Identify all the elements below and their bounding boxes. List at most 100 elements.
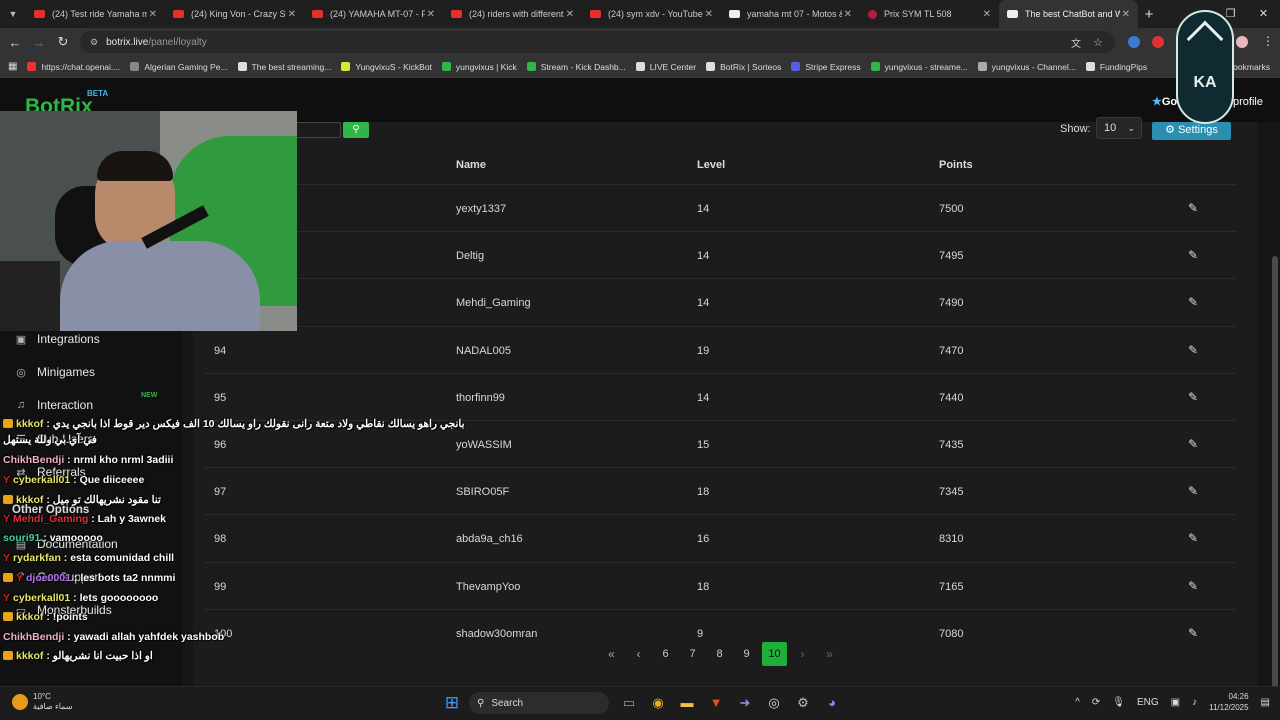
site-favicon-icon bbox=[1007, 10, 1018, 18]
close-tab-icon[interactable]: ✕ bbox=[844, 9, 852, 20]
new-tab-button[interactable]: + bbox=[1138, 6, 1160, 23]
close-tab-icon[interactable]: ✕ bbox=[288, 9, 296, 20]
bookmark-item[interactable]: yungvixus | Kick bbox=[441, 62, 517, 72]
browser-tab[interactable]: (24) sym xdv - YouTube ✕ bbox=[582, 0, 721, 28]
edit-pencil-icon[interactable]: ✎ bbox=[1188, 343, 1198, 357]
close-tab-icon[interactable]: ✕ bbox=[705, 9, 713, 20]
start-icon[interactable]: ⊞ bbox=[440, 691, 464, 715]
brave-icon[interactable]: ▼ bbox=[704, 691, 728, 715]
close-tab-icon[interactable]: ✕ bbox=[149, 9, 157, 20]
last-page-button[interactable]: » bbox=[816, 642, 843, 666]
volume-icon[interactable]: ♪ bbox=[1192, 697, 1197, 708]
menu-icon[interactable]: ⋮ bbox=[1262, 34, 1274, 48]
sync-icon[interactable]: ⟳ bbox=[1092, 697, 1100, 708]
clock[interactable]: 04:26 11/12/2025 bbox=[1209, 691, 1248, 713]
edit-pencil-icon[interactable]: ✎ bbox=[1188, 579, 1198, 593]
chrome-icon[interactable]: ◉ bbox=[646, 691, 670, 715]
page-button[interactable]: 8 bbox=[706, 642, 733, 666]
obs-icon[interactable]: ◎ bbox=[762, 691, 786, 715]
network-icon[interactable]: ▣ bbox=[1171, 697, 1180, 708]
tray-chevron-icon[interactable]: ^ bbox=[1075, 697, 1080, 708]
bookmark-item[interactable]: LIVE Center bbox=[635, 62, 696, 72]
browser-tab[interactable]: yamaha mt 07 - Motos & ✕ bbox=[721, 0, 860, 28]
cell-level: 15 bbox=[697, 439, 710, 451]
page-button[interactable]: 6 bbox=[652, 642, 679, 666]
edit-pencil-icon[interactable]: ✎ bbox=[1188, 248, 1198, 262]
forward-icon[interactable]: → bbox=[27, 35, 51, 50]
search-button[interactable]: ⚲ bbox=[343, 122, 369, 138]
sidebar-item-integrations[interactable]: ▣ Integrations bbox=[14, 332, 100, 346]
chat-separator: : bbox=[43, 494, 53, 506]
taskbar-search[interactable]: ⚲ Search bbox=[469, 692, 609, 714]
bookmark-item[interactable]: yungvixus - streame... bbox=[870, 62, 968, 72]
all-bookmarks[interactable]: ookmarks bbox=[1233, 62, 1270, 72]
cell-level: 9 bbox=[697, 627, 704, 640]
y-badge-icon: Y bbox=[3, 474, 11, 486]
bookmark-item[interactable]: FundingPips bbox=[1085, 62, 1147, 72]
browser-tab[interactable]: The best ChatBot and Wi ✕ bbox=[999, 0, 1138, 28]
edit-pencil-icon[interactable]: ✎ bbox=[1188, 484, 1198, 498]
next-page-button[interactable]: › bbox=[789, 642, 816, 666]
extension-icon[interactable] bbox=[1128, 36, 1140, 48]
page-button[interactable]: 10 bbox=[762, 642, 787, 666]
app-icon[interactable]: ➜ bbox=[733, 691, 757, 715]
close-window-icon[interactable]: ✕ bbox=[1247, 0, 1280, 28]
tab-search-icon[interactable]: ▼ bbox=[0, 9, 26, 19]
settings-button[interactable]: ⚙ Settings bbox=[1152, 122, 1231, 140]
browser-tab[interactable]: Prix SYM TL 508 ✕ bbox=[860, 0, 999, 28]
browser-tab[interactable]: (24) YAMAHA MT-07 - PU ✕ bbox=[304, 0, 443, 28]
back-icon[interactable]: ← bbox=[3, 35, 27, 50]
go-premium-link[interactable]: ★Go bbox=[1152, 95, 1177, 108]
page-scrollbar[interactable] bbox=[1272, 256, 1278, 716]
close-tab-icon[interactable]: ✕ bbox=[427, 9, 435, 20]
language-indicator[interactable]: ENG bbox=[1137, 697, 1159, 708]
bookmark-item[interactable]: yungvixus - Channel... bbox=[977, 62, 1076, 72]
profile-link[interactable]: profile bbox=[1233, 96, 1263, 108]
notifications-icon[interactable]: ▤ bbox=[1261, 697, 1270, 708]
cell-points: 7470 bbox=[939, 344, 964, 357]
browser-tab[interactable]: (24) riders with different l ✕ bbox=[443, 0, 582, 28]
url-bar[interactable]: ⚙ botrix.live/panel/loyalty ☆ 文 bbox=[80, 31, 1115, 53]
bookmark-star-icon[interactable]: ☆ bbox=[1093, 36, 1103, 49]
bookmark-item[interactable]: The best streaming... bbox=[237, 62, 331, 72]
file-explorer-icon[interactable]: ▬ bbox=[675, 691, 699, 715]
edit-pencil-icon[interactable]: ✎ bbox=[1188, 295, 1198, 309]
weather-widget[interactable]: 10°C سماء صافية bbox=[12, 692, 73, 712]
close-tab-icon[interactable]: ✕ bbox=[566, 9, 574, 20]
edit-pencil-icon[interactable]: ✎ bbox=[1188, 531, 1198, 545]
sidebar-item-interaction[interactable]: ♫ Interaction bbox=[14, 398, 93, 412]
mic-icon[interactable]: 🎙 bbox=[1112, 697, 1125, 708]
bookmark-item[interactable]: YungvixuS - KickBot bbox=[341, 62, 432, 72]
bookmark-item[interactable]: Algerian Gaming Pe... bbox=[130, 62, 228, 72]
edit-pencil-icon[interactable]: ✎ bbox=[1188, 201, 1198, 215]
apps-icon[interactable]: ▦ bbox=[8, 61, 17, 72]
settings-app-icon[interactable]: ⚙ bbox=[791, 691, 815, 715]
translate-icon[interactable]: 文 bbox=[1071, 35, 1081, 50]
chat-username: ChikhBendji bbox=[3, 454, 65, 466]
bookmark-item[interactable]: Stream - Kick Dashb... bbox=[526, 62, 626, 72]
page-button[interactable]: 9 bbox=[733, 642, 760, 666]
prev-page-button[interactable]: ‹ bbox=[625, 642, 652, 666]
close-tab-icon[interactable]: ✕ bbox=[1122, 9, 1130, 20]
bookmark-item[interactable]: https://chat.openai.... bbox=[27, 62, 120, 72]
task-view-icon[interactable]: ▭ bbox=[617, 691, 641, 715]
page-button[interactable]: 7 bbox=[679, 642, 706, 666]
bookmark-item[interactable]: Stripe Express bbox=[791, 62, 861, 72]
show-count-select[interactable]: 10 ⌄ bbox=[1096, 117, 1142, 139]
chat-overlay: kkkof : بانجي راهو يسالك نقاطي ولاد متعة… bbox=[0, 412, 465, 672]
sidebar-item-minigames[interactable]: ◎ Minigames bbox=[14, 365, 95, 379]
browser-tab[interactable]: (24) Test ride Yamaha mt ✕ bbox=[26, 0, 165, 28]
bookmark-item[interactable]: BotRix | Sorteos bbox=[706, 62, 781, 72]
edit-pencil-icon[interactable]: ✎ bbox=[1188, 390, 1198, 404]
first-page-button[interactable]: « bbox=[598, 642, 625, 666]
discord-icon[interactable]: ◕ bbox=[820, 691, 844, 715]
extension-badge-icon[interactable] bbox=[1152, 36, 1164, 48]
chat-text: بانجي راهو يسالك نقاطي ولاد متعة رانى نق… bbox=[52, 418, 465, 430]
edit-pencil-icon[interactable]: ✎ bbox=[1188, 626, 1198, 640]
close-tab-icon[interactable]: ✕ bbox=[983, 9, 991, 20]
edit-pencil-icon[interactable]: ✎ bbox=[1188, 437, 1198, 451]
site-info-icon[interactable]: ⚙ bbox=[90, 37, 98, 48]
profile-avatar[interactable] bbox=[1236, 36, 1248, 48]
reload-icon[interactable]: ↻ bbox=[51, 34, 75, 50]
browser-tab[interactable]: (24) King Von - Crazy Sto ✕ bbox=[165, 0, 304, 28]
